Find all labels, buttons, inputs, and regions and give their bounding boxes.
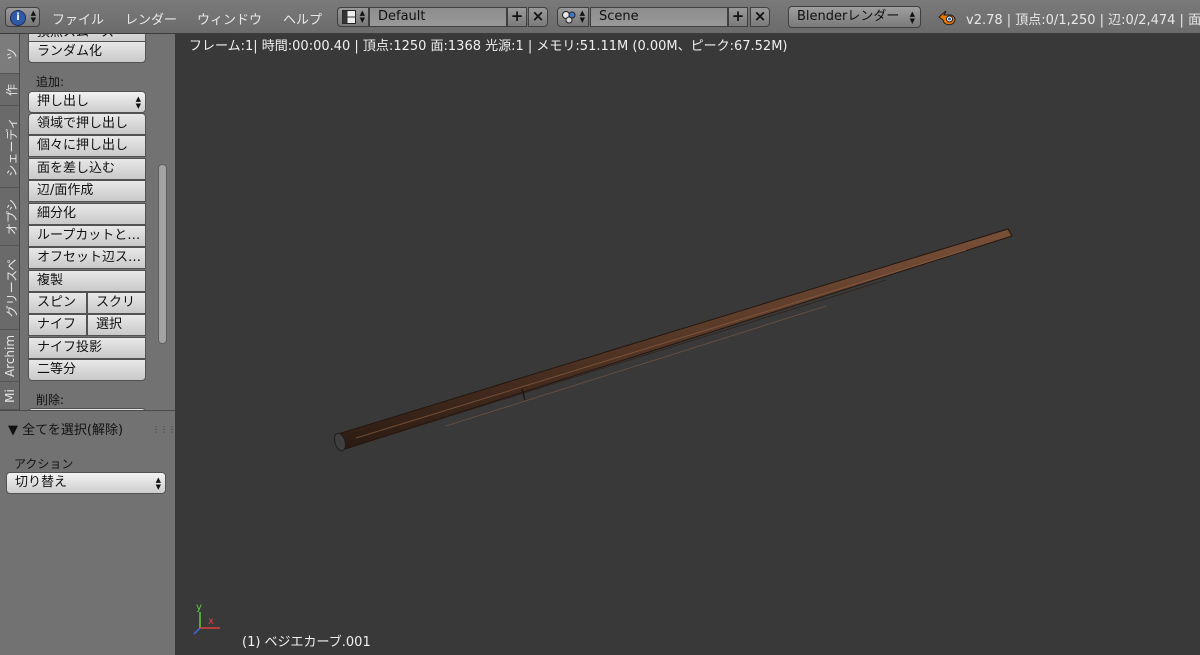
tool-shelf-scrollbar[interactable] bbox=[158, 164, 167, 344]
plus-icon: + bbox=[510, 7, 524, 25]
menu-window[interactable]: ウィンドウ bbox=[197, 9, 262, 28]
updown-arrows-icon: ▲ ▼ bbox=[135, 95, 141, 110]
tab-misc[interactable]: Mi bbox=[0, 382, 19, 410]
delete-section-label: 削除: bbox=[36, 393, 65, 407]
add-section-label: 追加: bbox=[36, 75, 65, 89]
action-label: アクション bbox=[14, 457, 74, 471]
3d-viewport[interactable]: フレーム:1| 時間:00:00.40 | 頂点:1250 面:1368 光源:… bbox=[176, 34, 1200, 655]
screen-layout-browse-button[interactable]: ▲ ▼ bbox=[337, 7, 369, 27]
scene-statistics: v2.78 | 頂点:0/1,250 | 辺:0/2,474 | 面:0/1 bbox=[966, 13, 1200, 28]
bisect-button[interactable]: 二等分 bbox=[28, 359, 146, 381]
add-scene-button[interactable]: + bbox=[728, 7, 748, 27]
updown-arrows-icon: ▲ ▼ bbox=[359, 9, 365, 24]
tab-label: Archim bbox=[3, 334, 17, 377]
extrude-region-button[interactable]: 領域で押し出し bbox=[28, 113, 146, 135]
tab-label: ツ bbox=[5, 47, 19, 60]
wooden-stick-object[interactable] bbox=[326, 214, 1026, 474]
tab-grease-pencil[interactable]: グリースペ bbox=[0, 246, 19, 330]
randomize-button[interactable]: ランダム化 bbox=[28, 41, 146, 63]
layout-icon bbox=[342, 10, 356, 24]
spin-button[interactable]: スピン bbox=[28, 292, 87, 314]
knife-select-button[interactable]: 選択 bbox=[87, 314, 146, 336]
tab-label: オプシ bbox=[5, 198, 19, 235]
operator-panel-title[interactable]: ▼ 全てを選択(解除) bbox=[8, 419, 123, 438]
tool-shelf-tabs: ツ 作 シェーディ オプシ グリースペ Archim Mi bbox=[0, 34, 20, 410]
subdivide-button[interactable]: 細分化 bbox=[28, 203, 146, 225]
menu-help[interactable]: ヘルプ bbox=[283, 9, 322, 28]
updown-arrows-icon: ▲ ▼ bbox=[579, 9, 585, 24]
menu-file[interactable]: ファイル bbox=[52, 9, 104, 28]
inset-faces-button[interactable]: 面を差し込む bbox=[28, 158, 146, 180]
info-icon: i bbox=[10, 10, 26, 26]
tab-shading[interactable]: シェーディ bbox=[0, 106, 19, 188]
add-screen-button[interactable]: + bbox=[507, 7, 527, 27]
delete-screen-button[interactable]: × bbox=[528, 7, 548, 27]
tab-label: Mi bbox=[3, 388, 17, 403]
render-engine-label: Blenderレンダー bbox=[797, 9, 900, 24]
blender-logo-icon bbox=[938, 10, 956, 26]
tab-label: シェーディ bbox=[5, 116, 19, 177]
axis-y-label: y bbox=[196, 602, 202, 613]
action-dropdown[interactable]: 切り替え ▲ ▼ bbox=[6, 472, 166, 494]
updown-arrows-icon: ▲ ▼ bbox=[30, 9, 36, 24]
close-icon: × bbox=[531, 7, 545, 25]
offset-edge-slide-button[interactable]: オフセット辺ス… bbox=[28, 247, 146, 269]
scene-browse-button[interactable]: ▲ ▼ bbox=[557, 7, 589, 27]
screen-layout-name-field[interactable]: Default bbox=[369, 7, 507, 27]
knife-button[interactable]: ナイフ bbox=[28, 314, 87, 336]
menu-render[interactable]: レンダー bbox=[125, 9, 177, 28]
updown-arrows-icon: ▲ ▼ bbox=[155, 476, 161, 491]
knife-project-button[interactable]: ナイフ投影 bbox=[28, 337, 146, 359]
info-header: i ▲ ▼ ファイル レンダー ウィンドウ ヘルプ ▲ ▼ Default + × … bbox=[0, 0, 1200, 34]
tab-archimesh[interactable]: Archim bbox=[0, 330, 19, 382]
tab-label: 作 bbox=[5, 83, 19, 96]
tab-create[interactable]: 作 bbox=[0, 74, 19, 106]
axis-x-label: x bbox=[208, 616, 214, 627]
active-object-name: (1) ベジエカーブ.001 bbox=[242, 635, 371, 650]
tab-options[interactable]: オプシ bbox=[0, 188, 19, 246]
tool-shelf-panel: 頂点スムーズ ランダム化 追加: 押し出し ▲▼ 領域で押し出し 個々に押し出し… bbox=[20, 34, 175, 410]
extrude-dropdown-label: 押し出し bbox=[37, 94, 90, 109]
delete-scene-button[interactable]: × bbox=[750, 7, 770, 27]
extrude-dropdown[interactable]: 押し出し ▲ ▼ bbox=[28, 91, 146, 113]
last-operator-panel: ▼ 全てを選択(解除) ⋮⋮⋮⋮ アクション 切り替え ▲ ▼ bbox=[0, 410, 184, 655]
render-engine-dropdown[interactable]: Blenderレンダー ▲ ▼ bbox=[788, 6, 921, 28]
close-icon: × bbox=[753, 7, 767, 25]
tab-label: グリースペ bbox=[5, 258, 19, 317]
action-dropdown-value: 切り替え bbox=[15, 475, 68, 490]
duplicate-button[interactable]: 複製 bbox=[28, 270, 146, 292]
updown-arrows-icon: ▲ ▼ bbox=[909, 10, 915, 25]
extrude-individual-button[interactable]: 個々に押し出し bbox=[28, 135, 146, 157]
viewport-info-text: フレーム:1| 時間:00:00.40 | 頂点:1250 面:1368 光源:… bbox=[189, 39, 788, 54]
make-edge-face-button[interactable]: 辺/面作成 bbox=[28, 180, 146, 202]
scene-icon bbox=[562, 11, 576, 24]
tab-tools[interactable]: ツ bbox=[0, 34, 19, 74]
plus-icon: + bbox=[731, 7, 745, 25]
editor-type-button[interactable]: i ▲ ▼ bbox=[5, 7, 40, 27]
axis-gizmo-icon: y x bbox=[193, 602, 220, 635]
screw-button[interactable]: スクリ bbox=[87, 292, 146, 314]
loop-cut-slide-button[interactable]: ループカットと… bbox=[28, 225, 146, 247]
scene-name-field[interactable]: Scene bbox=[590, 7, 728, 27]
